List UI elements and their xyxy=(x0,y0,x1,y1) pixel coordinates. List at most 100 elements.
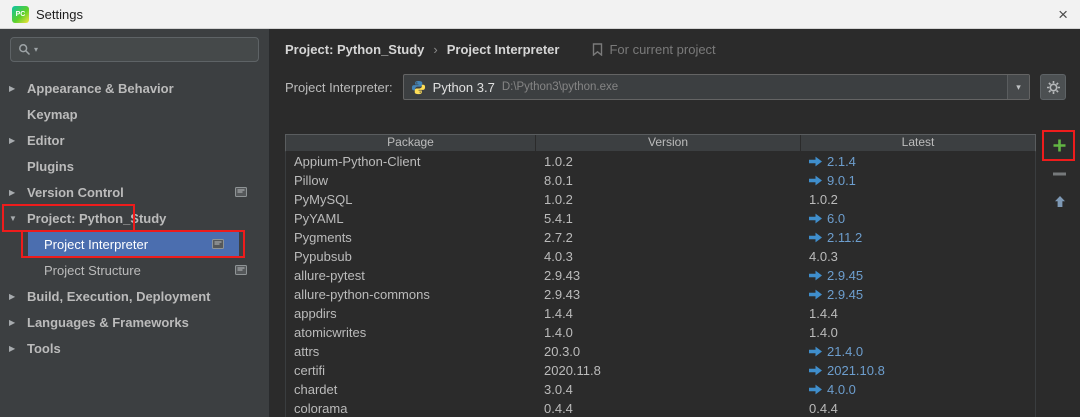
chevron-right-icon[interactable]: ▶ xyxy=(9,318,27,327)
package-row[interactable]: allure-pytest 2.9.43 2.9.45 xyxy=(286,266,1035,285)
package-name-cell: allure-python-commons xyxy=(294,287,430,302)
package-version-cell: 2.9.43 xyxy=(544,268,581,283)
package-row[interactable]: Appium-Python-Client 1.0.2 2.1.4 xyxy=(286,152,1035,171)
sidebar-item-editor[interactable]: ▶ Editor xyxy=(0,127,269,153)
package-row[interactable]: Pillow 8.0.1 9.0.1 xyxy=(286,171,1035,190)
package-latest-cell: 2.1.4 xyxy=(801,154,1035,169)
chevron-right-icon[interactable]: ▶ xyxy=(9,188,27,197)
chevron-right-icon[interactable]: ▶ xyxy=(9,292,27,301)
sidebar-item-version-control[interactable]: ▶ Version Control xyxy=(0,179,269,205)
chevron-right-icon[interactable]: ▶ xyxy=(9,344,27,353)
package-row[interactable]: chardet 3.0.4 4.0.0 xyxy=(286,380,1035,399)
sidebar-item-project-structure[interactable]: Project Structure xyxy=(0,257,269,283)
latest-version: 9.0.1 xyxy=(827,173,856,188)
package-row[interactable]: Pygments 2.7.2 2.11.2 xyxy=(286,228,1035,247)
dialog-body: ▾ ▶ Appearance & Behavior Keymap ▶ Editor Plu… xyxy=(0,29,1080,417)
sidebar-item-plugins[interactable]: Plugins xyxy=(0,153,269,179)
package-version-cell: 2.9.43 xyxy=(544,287,581,302)
package-version-cell: 2.7.2 xyxy=(544,230,573,245)
chevron-right-icon[interactable]: ▶ xyxy=(9,136,27,145)
settings-search-input[interactable]: ▾ xyxy=(10,37,259,62)
package-row[interactable]: PyYAML 5.4.1 6.0 xyxy=(286,209,1035,228)
sidebar-tree: ▶ Appearance & Behavior Keymap ▶ Editor Plugi… xyxy=(0,75,269,361)
package-latest-cell: 21.4.0 xyxy=(801,344,1035,359)
package-latest-cell: 2021.10.8 xyxy=(801,363,1035,378)
latest-version: 6.0 xyxy=(827,211,846,226)
sidebar-item-project-interpreter[interactable]: Project Interpreter xyxy=(28,231,239,257)
sidebar-item-project-python-study[interactable]: ▼ Project: Python_Study xyxy=(0,205,269,231)
breadcrumb-separator-icon: › xyxy=(433,41,438,57)
package-name-cell: Pygments xyxy=(294,230,352,245)
package-row[interactable]: colorama 0.4.4 0.4.4 xyxy=(286,399,1035,417)
package-row[interactable]: Pypubsub 4.0.3 4.0.3 xyxy=(286,247,1035,266)
sidebar-item-tools[interactable]: ▶ Tools xyxy=(0,335,269,361)
settings-scope-icon xyxy=(212,239,224,249)
sidebar-item-label: Languages & Frameworks xyxy=(27,314,189,330)
package-latest-cell: 9.0.1 xyxy=(801,173,1035,188)
sidebar-item-label: Project: Python_Study xyxy=(27,210,167,226)
bookmark-icon xyxy=(592,42,603,56)
package-row[interactable]: atomicwrites 1.4.0 1.4.0 xyxy=(286,323,1035,342)
package-row[interactable]: certifi 2020.11.8 2021.10.8 xyxy=(286,361,1035,380)
package-name-cell: attrs xyxy=(294,344,320,359)
upgrade-arrow-icon xyxy=(809,156,822,167)
chevron-down-icon: ▾ xyxy=(34,44,39,54)
package-row[interactable]: attrs 20.3.0 21.4.0 xyxy=(286,342,1035,361)
gear-icon[interactable] xyxy=(1040,74,1066,100)
upgrade-arrow-icon xyxy=(809,384,822,395)
package-table: Package Version Latest Appium-Python-Cli… xyxy=(285,134,1036,417)
sidebar-item-appearance-behavior[interactable]: ▶ Appearance & Behavior xyxy=(0,75,269,101)
sidebar-item-keymap[interactable]: Keymap xyxy=(0,101,269,127)
breadcrumb-project[interactable]: Project: Python_Study xyxy=(285,42,424,57)
upgrade-arrow-icon xyxy=(809,346,822,357)
interpreter-select[interactable]: Python 3.7 D:\Python3\python.exe ▾ xyxy=(402,74,1030,100)
package-version-cell: 3.0.4 xyxy=(544,382,573,397)
scope-note: For current project xyxy=(592,42,716,57)
python-icon xyxy=(411,80,426,95)
combo-chevron-down-icon[interactable]: ▾ xyxy=(1007,75,1029,99)
chevron-right-icon[interactable]: ▶ xyxy=(9,84,27,93)
package-version-cell: 1.4.4 xyxy=(544,306,573,321)
sidebar-item-label: Build, Execution, Deployment xyxy=(27,288,211,304)
titlebar: PC Settings × xyxy=(0,0,1080,29)
latest-version: 4.0.0 xyxy=(827,382,856,397)
package-table-header: Package Version Latest xyxy=(285,134,1036,152)
package-name-cell: Appium-Python-Client xyxy=(294,154,421,169)
package-row[interactable]: allure-python-commons 2.9.43 2.9.45 xyxy=(286,285,1035,304)
package-name-cell: certifi xyxy=(294,363,326,378)
add-package-button[interactable] xyxy=(1048,134,1071,157)
sidebar-item-label: Tools xyxy=(27,340,61,356)
package-latest-cell: 2.9.45 xyxy=(801,287,1035,302)
latest-version: 0.4.4 xyxy=(809,401,838,416)
sidebar-item-languages-frameworks[interactable]: ▶ Languages & Frameworks xyxy=(0,309,269,335)
interpreter-label: Project Interpreter: xyxy=(285,79,393,95)
package-version-cell: 5.4.1 xyxy=(544,211,573,226)
minus-icon xyxy=(1053,172,1066,176)
remove-package-button[interactable] xyxy=(1048,162,1071,185)
sidebar-item-label: Plugins xyxy=(27,158,74,174)
search-icon xyxy=(18,43,31,56)
settings-scope-icon xyxy=(235,187,247,197)
package-version-cell: 0.4.4 xyxy=(544,401,573,416)
upgrade-package-button[interactable] xyxy=(1048,190,1071,213)
upgrade-arrow-icon xyxy=(809,365,822,376)
package-name-cell: atomicwrites xyxy=(294,325,367,340)
chevron-down-icon[interactable]: ▼ xyxy=(9,214,27,223)
package-latest-cell: 2.11.2 xyxy=(801,230,1035,245)
latest-version: 1.4.0 xyxy=(809,325,838,340)
sidebar-item-build-execution-deployment[interactable]: ▶ Build, Execution, Deployment xyxy=(0,283,269,309)
column-header-version[interactable]: Version xyxy=(536,135,801,151)
column-header-package[interactable]: Package xyxy=(286,135,536,151)
breadcrumb: Project: Python_Study › Project Interpre… xyxy=(285,39,1080,59)
package-name-cell: appdirs xyxy=(294,306,337,321)
package-version-cell: 8.0.1 xyxy=(544,173,573,188)
package-latest-cell: 0.4.4 xyxy=(801,401,1035,416)
close-icon[interactable]: × xyxy=(1058,6,1068,23)
package-version-cell: 20.3.0 xyxy=(544,344,581,359)
arrow-up-icon xyxy=(1054,195,1066,208)
column-header-latest[interactable]: Latest xyxy=(801,135,1035,151)
package-row[interactable]: appdirs 1.4.4 1.4.4 xyxy=(286,304,1035,323)
package-toolbar xyxy=(1048,134,1072,213)
package-row[interactable]: PyMySQL 1.0.2 1.0.2 xyxy=(286,190,1035,209)
breadcrumb-page: Project Interpreter xyxy=(446,41,560,57)
